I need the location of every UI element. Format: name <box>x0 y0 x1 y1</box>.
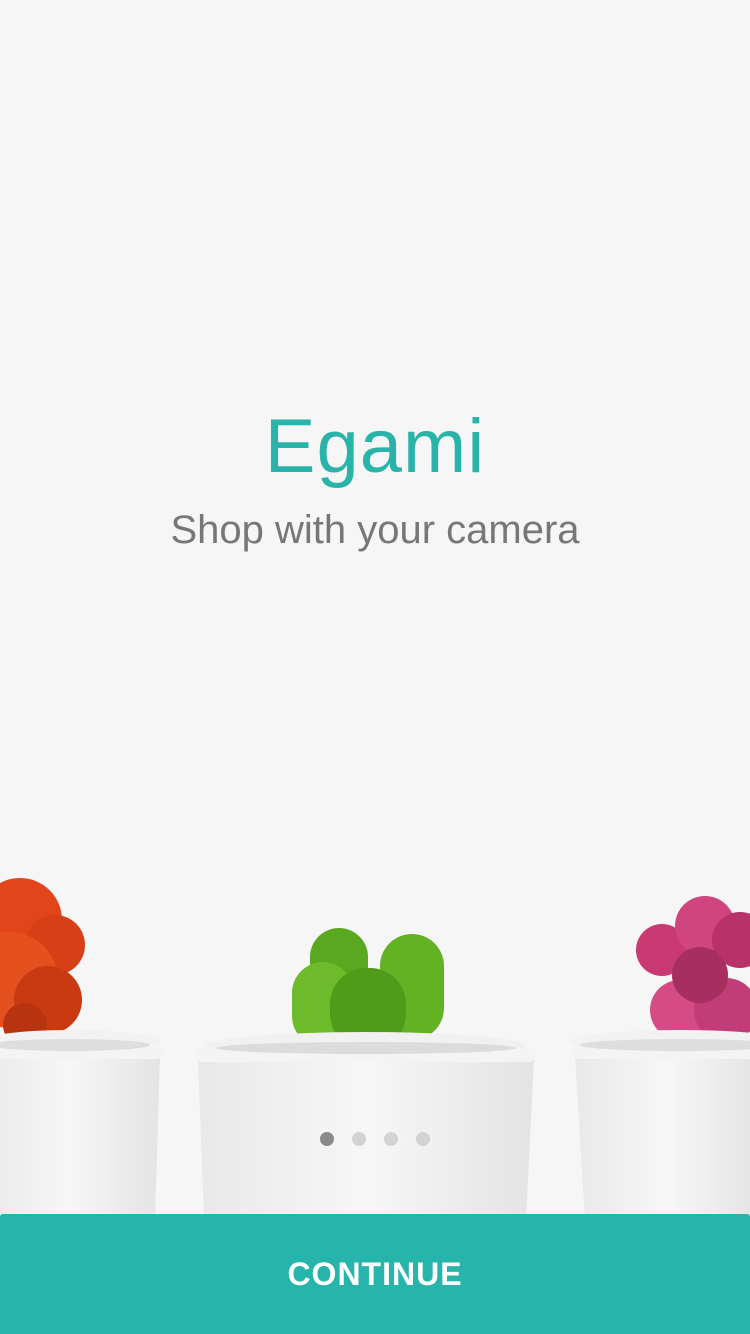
pink-cactus-icon <box>636 896 750 1042</box>
page-dot-2[interactable] <box>352 1132 366 1146</box>
page-indicator[interactable] <box>0 1132 750 1146</box>
tagline: Shop with your camera <box>170 508 580 552</box>
app-title: Egami <box>264 404 486 489</box>
middle-pot <box>197 1032 535 1220</box>
hero-text: Egami Shop with your camera <box>0 400 750 554</box>
continue-button[interactable]: CONTINUE <box>0 1214 750 1334</box>
green-cactus-icon <box>292 928 444 1050</box>
page-dot-1[interactable] <box>320 1132 334 1146</box>
onboarding-screen: Egami Shop with your camera CONTINUE <box>0 0 750 1334</box>
right-pot <box>570 1030 750 1220</box>
page-dot-4[interactable] <box>416 1132 430 1146</box>
orange-cactus-icon <box>0 878 85 1047</box>
left-pot <box>0 1030 162 1220</box>
page-dot-3[interactable] <box>384 1132 398 1146</box>
cactus-pots-illustration <box>0 878 750 1220</box>
